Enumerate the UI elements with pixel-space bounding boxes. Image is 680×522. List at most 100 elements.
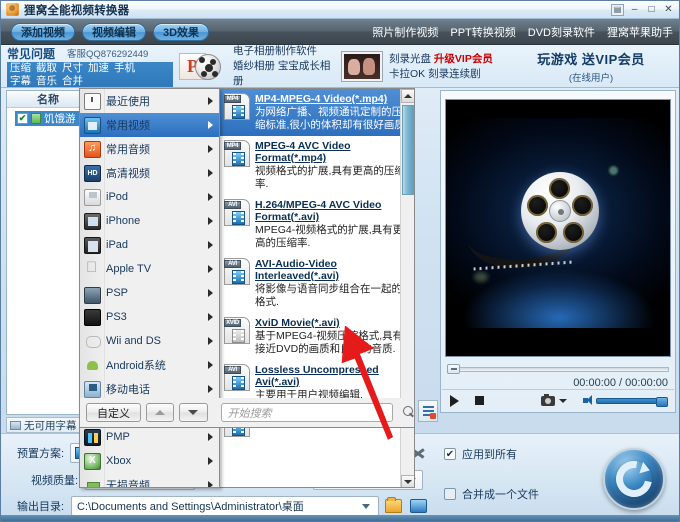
- move-down-button[interactable]: [179, 403, 208, 422]
- game-vip-title: 玩游戏 送VIP会员: [537, 52, 645, 67]
- list-item[interactable]: AVI AVI-Audio-Video Interleaved(*.avi) 将…: [220, 254, 414, 313]
- convert-button[interactable]: [603, 448, 665, 510]
- tab-add-video[interactable]: 添加视频: [11, 22, 75, 41]
- snapshot-control[interactable]: [541, 393, 567, 406]
- menu-item-label: 无损音频: [106, 480, 150, 488]
- nav-link-dvd-burner[interactable]: DVD刻录软件: [528, 24, 595, 40]
- file-checkbox[interactable]: ✔: [17, 113, 28, 124]
- apply-all-row[interactable]: ✔ 应用到所有: [444, 446, 517, 462]
- menu-item-iphone[interactable]: iPhone: [80, 209, 219, 233]
- faq-tag-compress[interactable]: 压缩: [10, 62, 31, 74]
- search-input[interactable]: 开始搜索: [220, 403, 393, 422]
- stop-button[interactable]: [475, 396, 484, 405]
- window-title: 狸窝全能视频转换器: [24, 4, 130, 17]
- reel-hole: [572, 195, 593, 216]
- merge-row[interactable]: 合并成一个文件: [444, 486, 539, 502]
- mobile-phone-icon: [84, 380, 101, 398]
- format-title: MPEG-4 AVC Video Format(*.mp4): [255, 140, 351, 164]
- menu-item-recent[interactable]: 最近使用: [80, 89, 219, 113]
- menu-item-wii-ds[interactable]: Wii and DS: [80, 329, 219, 353]
- scrollbar-down-button[interactable]: [401, 475, 414, 487]
- menu-item-ps3[interactable]: PS3: [80, 305, 219, 329]
- format-title: XviD Movie(*.avi): [255, 317, 340, 329]
- menu-item-ipod[interactable]: iPod: [80, 185, 219, 209]
- album-software-icon: P: [179, 51, 227, 83]
- list-item[interactable]: MP4 MP4-MPEG-4 Video(*.mp4) 为网络广播、视频通讯定制…: [220, 89, 414, 136]
- menu-item-common-video[interactable]: 常用视频: [80, 113, 219, 137]
- nav-link-photo-to-video[interactable]: 照片制作视频: [372, 24, 438, 40]
- menu-item-psp[interactable]: PSP: [80, 281, 219, 305]
- faq-title[interactable]: 常见问题: [7, 45, 55, 62]
- faq-tag-cut[interactable]: 截取: [36, 62, 57, 74]
- volume-thumb[interactable]: [656, 396, 668, 407]
- nav-link-ppt-to-video[interactable]: PPT转换视频: [450, 24, 515, 40]
- menu-item-hd-video[interactable]: HD 高清视频: [80, 161, 219, 185]
- move-up-button[interactable]: [146, 403, 175, 422]
- faq-tag-size[interactable]: 尺寸: [62, 62, 83, 74]
- format-list-panel: MP4 MP4-MPEG-4 Video(*.mp4) 为网络广播、视频通讯定制…: [220, 88, 415, 488]
- dvd-burn-text: 刻录光盘 升级VIP会员 卡拉OK 刻录连续剧: [389, 52, 493, 82]
- menu-item-label: 最近使用: [106, 96, 150, 108]
- browse-folder-icon[interactable]: [385, 497, 402, 513]
- maximize-button[interactable]: □: [645, 4, 658, 16]
- faq-tag-music[interactable]: 音乐: [36, 75, 57, 87]
- output-dir-label: 输出目录:: [17, 501, 65, 513]
- scrollbar-up-button[interactable]: [401, 89, 414, 103]
- format-list-scrollbar[interactable]: [400, 89, 414, 487]
- faq-tag-subtitle[interactable]: 字幕: [10, 75, 31, 87]
- menu-item-common-audio[interactable]: 常用音频: [80, 137, 219, 161]
- convert-arrow-icon: [608, 453, 660, 505]
- window-menu-button[interactable]: ▤: [611, 3, 624, 16]
- menu-item-android[interactable]: Android系统: [80, 353, 219, 377]
- promo-album-software[interactable]: P 电子相册制作软件 婚纱相册 宝宝成长相册: [173, 45, 336, 88]
- speaker-icon[interactable]: [583, 395, 594, 406]
- vip-upgrade-label[interactable]: 升级VIP会员: [434, 53, 493, 65]
- seek-thumb[interactable]: [447, 364, 460, 374]
- subtitle-status-bar[interactable]: 无可用字幕: [6, 417, 90, 433]
- volume-control[interactable]: [583, 395, 668, 407]
- custom-button[interactable]: 自定义: [86, 403, 141, 422]
- promo-game-vip[interactable]: 玩游戏 送VIP会员 (在线用户): [501, 45, 679, 88]
- nav-link-apple-assistant[interactable]: 狸窝苹果助手: [607, 24, 673, 40]
- menu-item-apple-tv[interactable]: Apple TV: [80, 257, 219, 281]
- minimize-button[interactable]: –: [628, 4, 641, 16]
- search-icon[interactable]: [402, 405, 414, 420]
- apply-all-checkbox[interactable]: ✔: [444, 448, 456, 460]
- chevron-down-icon[interactable]: [362, 504, 370, 509]
- menu-item-pmp[interactable]: PMP: [80, 425, 219, 449]
- menu-item-xbox[interactable]: Xbox: [80, 449, 219, 473]
- open-folder-icon[interactable]: [410, 499, 427, 513]
- menu-item-ipad[interactable]: iPad: [80, 233, 219, 257]
- list-item[interactable]: AVI H.264/MPEG-4 AVC Video Format(*.avi)…: [220, 195, 414, 254]
- list-item[interactable]: XVID XviD Movie(*.avi) 基于MPEG4-视频压缩格式,具有…: [220, 313, 414, 360]
- seek-bar-container[interactable]: [447, 363, 669, 375]
- chevron-right-icon: [208, 361, 213, 369]
- seek-bar[interactable]: [447, 366, 669, 372]
- chevron-right-icon: [208, 457, 213, 465]
- merge-checkbox[interactable]: [444, 488, 456, 500]
- menu-item-lossless-audio[interactable]: 无损音频: [80, 473, 219, 488]
- faq-tag-speed[interactable]: 加速: [88, 62, 109, 74]
- faq-tag-phone[interactable]: 手机: [114, 62, 135, 74]
- scrollbar-thumb[interactable]: [402, 105, 414, 195]
- list-item[interactable]: MP4 MPEG-4 AVC Video Format(*.mp4) 视频格式的…: [220, 136, 414, 195]
- promo-dvd-burn[interactable]: 刻录光盘 升级VIP会员 卡拉OK 刻录连续剧: [336, 45, 501, 88]
- manage-list-button[interactable]: [418, 400, 438, 422]
- preview-panel: 00:00:00 / 00:00:00: [440, 90, 676, 413]
- video-file-icon: [31, 113, 41, 124]
- video-screen[interactable]: [445, 99, 671, 357]
- output-dir-input[interactable]: C:\Documents and Settings\Administrator\…: [71, 496, 379, 516]
- format-tag: AVI: [224, 260, 241, 268]
- output-dir-row: 输出目录: C:\Documents and Settings\Administ…: [17, 496, 427, 516]
- menu-item-label: Android系统: [106, 360, 166, 372]
- volume-slider[interactable]: [596, 396, 668, 407]
- faq-tag-merge[interactable]: 合并: [62, 75, 83, 87]
- game-vip-subtitle: (在线用户): [568, 73, 614, 84]
- chevron-down-icon[interactable]: [559, 398, 567, 403]
- menu-item-label: Apple TV: [106, 263, 152, 275]
- close-button[interactable]: ✕: [662, 4, 675, 16]
- tab-video-edit[interactable]: 视频编辑: [82, 22, 146, 41]
- faq-tag-row-1: 压缩 截取 尺寸 加速 手机: [10, 62, 170, 75]
- tab-3d-effect[interactable]: 3D效果: [153, 22, 210, 41]
- play-button[interactable]: [450, 394, 459, 407]
